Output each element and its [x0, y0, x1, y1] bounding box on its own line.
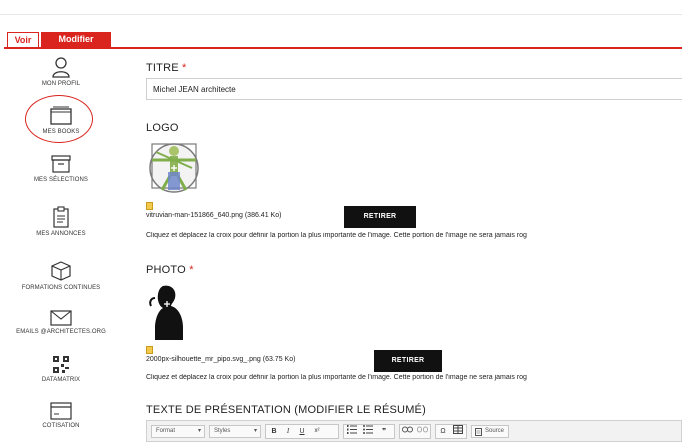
bullet-list-icon[interactable]: [362, 425, 374, 438]
italic-button[interactable]: I: [282, 425, 294, 438]
sidebar-item-emails[interactable]: EMAILS @ARCHITECTES.ORG: [0, 310, 122, 335]
user-icon: [52, 57, 70, 78]
quote-icon[interactable]: ❞: [378, 425, 390, 438]
logo-file-name: vitruvian-man-151866_640.png (386.41 Ko): [146, 212, 282, 219]
sidebar-item-label: MES ANNONCES: [36, 231, 86, 237]
required-mark: *: [182, 62, 187, 74]
photo-file-name: 2000px-silhouette_mr_pipo.svg_.png (63.7…: [146, 356, 296, 363]
logo-label: LOGO: [146, 122, 179, 134]
envelope-icon: [50, 310, 72, 326]
logo-help-text: Cliquez et déplacez la croix pour défini…: [146, 232, 527, 239]
editor-toolbar: Format ▾ Styles ▾ B I U x² ❞ Ω Source: [146, 420, 682, 442]
sidebar-item-mes-selections[interactable]: MES SÉLECTIONS: [0, 154, 122, 183]
sidebar-item-mes-annonces[interactable]: MES ANNONCES: [0, 206, 122, 237]
sidebar-item-label: FORMATIONS CONTINUES: [21, 285, 101, 291]
photo-image[interactable]: [149, 284, 185, 340]
cube-icon: [51, 261, 71, 281]
sidebar-item-label: COTISATION: [42, 423, 80, 429]
chevron-down-icon: ▾: [197, 428, 201, 434]
sidebar-item-label: MES SÉLECTIONS: [33, 177, 89, 183]
photo-retirer-button[interactable]: RETIRER: [374, 350, 442, 372]
chevron-down-icon: ▾: [253, 428, 257, 434]
logo-file-row: vitruvian-man-151866_640.png (386.41 Ko)…: [146, 202, 446, 228]
bold-button[interactable]: B: [268, 425, 280, 438]
photo-help-text: Cliquez et déplacez la croix pour défini…: [146, 374, 527, 381]
format-select[interactable]: Format ▾: [151, 425, 205, 438]
link-icon[interactable]: [401, 425, 413, 438]
document-icon: [475, 428, 482, 436]
file-icon: [146, 346, 153, 354]
sidebar: MON PROFIL MES BOOKS MES SÉLECTIONS MES …: [0, 50, 122, 443]
sidebar-item-label: EMAILS @ARCHITECTES.ORG: [16, 329, 106, 335]
logo-image[interactable]: [146, 138, 202, 194]
numbered-list-icon[interactable]: [346, 425, 358, 438]
highlight-circle: [25, 95, 93, 143]
sidebar-item-cotisation[interactable]: COTISATION: [0, 402, 122, 429]
sidebar-item-formations-continues[interactable]: FORMATIONS CONTINUES: [0, 260, 122, 291]
styles-select[interactable]: Styles ▾: [209, 425, 261, 438]
qr-code-icon: [53, 356, 69, 373]
presentation-label: TEXTE DE PRÉSENTATION (MODIFIER LE RÉSUM…: [146, 404, 426, 416]
superscript-button[interactable]: x²: [311, 425, 323, 438]
sidebar-item-datamatrix[interactable]: DATAMATRIX: [0, 356, 122, 383]
archive-box-icon: [51, 155, 71, 173]
clipboard-icon: [53, 206, 69, 228]
tab-voir[interactable]: Voir: [7, 32, 39, 48]
photo-label: PHOTO *: [146, 264, 194, 276]
titre-input[interactable]: Michel JEAN architecte: [146, 78, 682, 100]
titre-label: TITRE *: [146, 62, 187, 74]
sidebar-item-label: DATAMATRIX: [41, 377, 81, 383]
unlink-icon[interactable]: [416, 425, 428, 438]
table-icon[interactable]: [452, 425, 464, 438]
underline-button[interactable]: U: [296, 425, 308, 438]
special-char-button[interactable]: Ω: [437, 425, 449, 438]
required-mark: *: [189, 264, 194, 276]
source-button[interactable]: Source: [471, 425, 509, 438]
card-icon: [50, 402, 72, 420]
view-edit-tabs: Voir Modifier: [0, 0, 682, 49]
logo-retirer-button[interactable]: RETIRER: [344, 206, 416, 228]
photo-file-row: 2000px-silhouette_mr_pipo.svg_.png (63.7…: [146, 346, 466, 372]
file-icon: [146, 202, 153, 210]
tab-modifier[interactable]: Modifier: [41, 32, 111, 48]
tabs-underline: [4, 47, 682, 49]
sidebar-item-label: MON PROFIL: [41, 81, 81, 87]
sidebar-item-mon-profil[interactable]: MON PROFIL: [0, 56, 122, 87]
